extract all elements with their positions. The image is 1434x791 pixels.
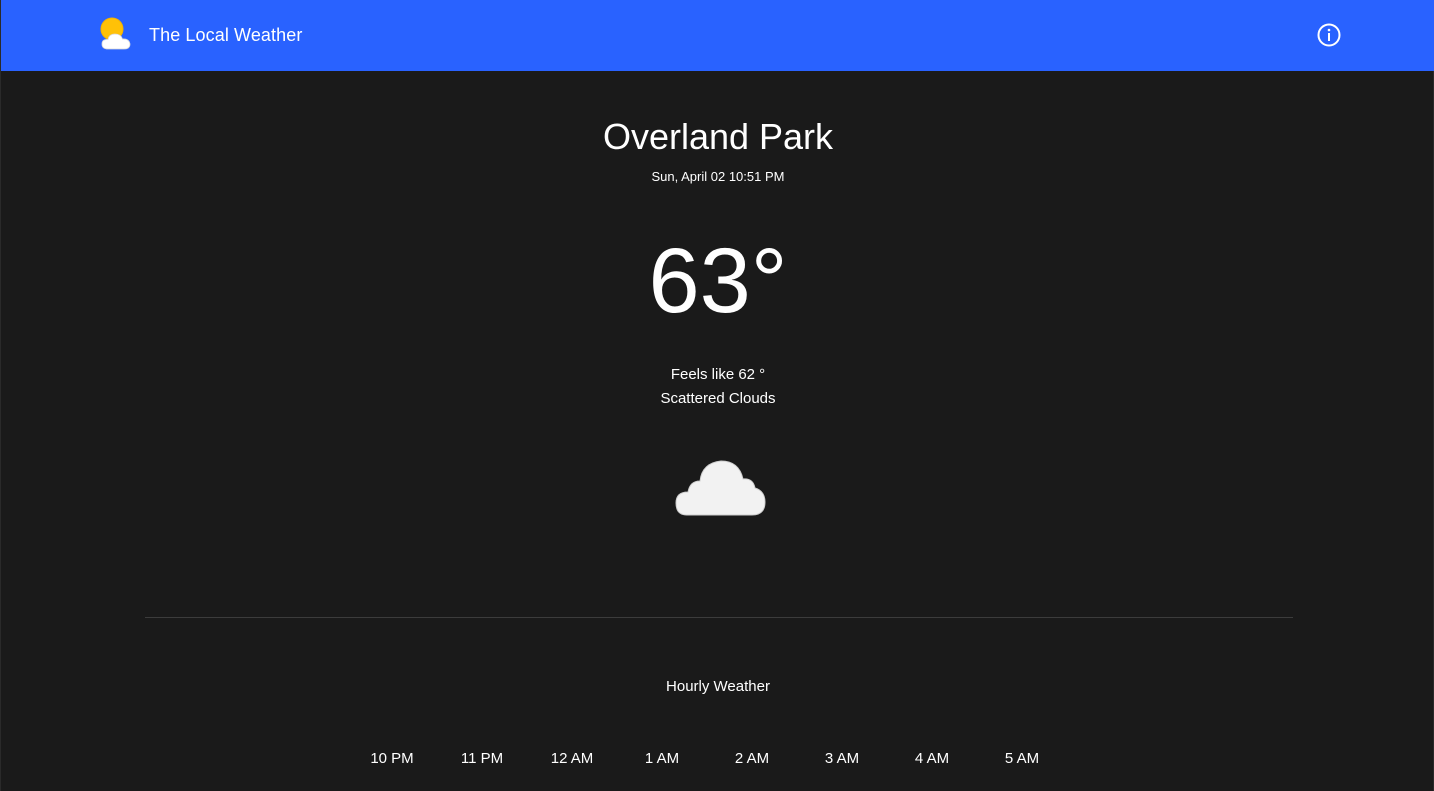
hourly-item[interactable]: 5 AM <box>977 750 1067 770</box>
hourly-item[interactable]: 11 PM <box>437 750 527 770</box>
hourly-item[interactable]: 2 AM <box>707 750 797 770</box>
hourly-item[interactable]: 12 AM <box>527 750 617 770</box>
hourly-item[interactable]: 4 AM <box>887 750 977 770</box>
weather-app: The Local Weather Overland Park Sun, Apr… <box>0 0 1434 791</box>
sun-behind-cloud-icon <box>100 17 131 50</box>
hourly-item[interactable]: 1 AM <box>617 750 707 770</box>
current-temperature: 63° <box>648 230 788 332</box>
hourly-item[interactable]: 10 PM <box>347 750 437 770</box>
hourly-forecast-list: 10 PM 11 PM 12 AM 1 AM 2 AM 3 AM 4 AM 5 … <box>347 750 1067 770</box>
current-weather-panel: Overland Park Sun, April 02 10:51 PM 63°… <box>1 71 1434 791</box>
cloud-icon <box>675 460 766 516</box>
info-icon[interactable] <box>1316 22 1342 48</box>
app-title: The Local Weather <box>149 24 303 45</box>
section-divider <box>145 617 1293 618</box>
hourly-item[interactable]: 3 AM <box>797 750 887 770</box>
top-app-bar: The Local Weather <box>1 0 1434 71</box>
hourly-weather-heading: Hourly Weather <box>666 678 770 695</box>
city-name: Overland Park <box>602 116 834 157</box>
feels-like: Feels like 62 ° <box>670 366 766 383</box>
date-time: Sun, April 02 10:51 PM <box>651 169 785 184</box>
weather-condition: Scattered Clouds <box>660 390 776 407</box>
brand: The Local Weather <box>97 16 302 54</box>
